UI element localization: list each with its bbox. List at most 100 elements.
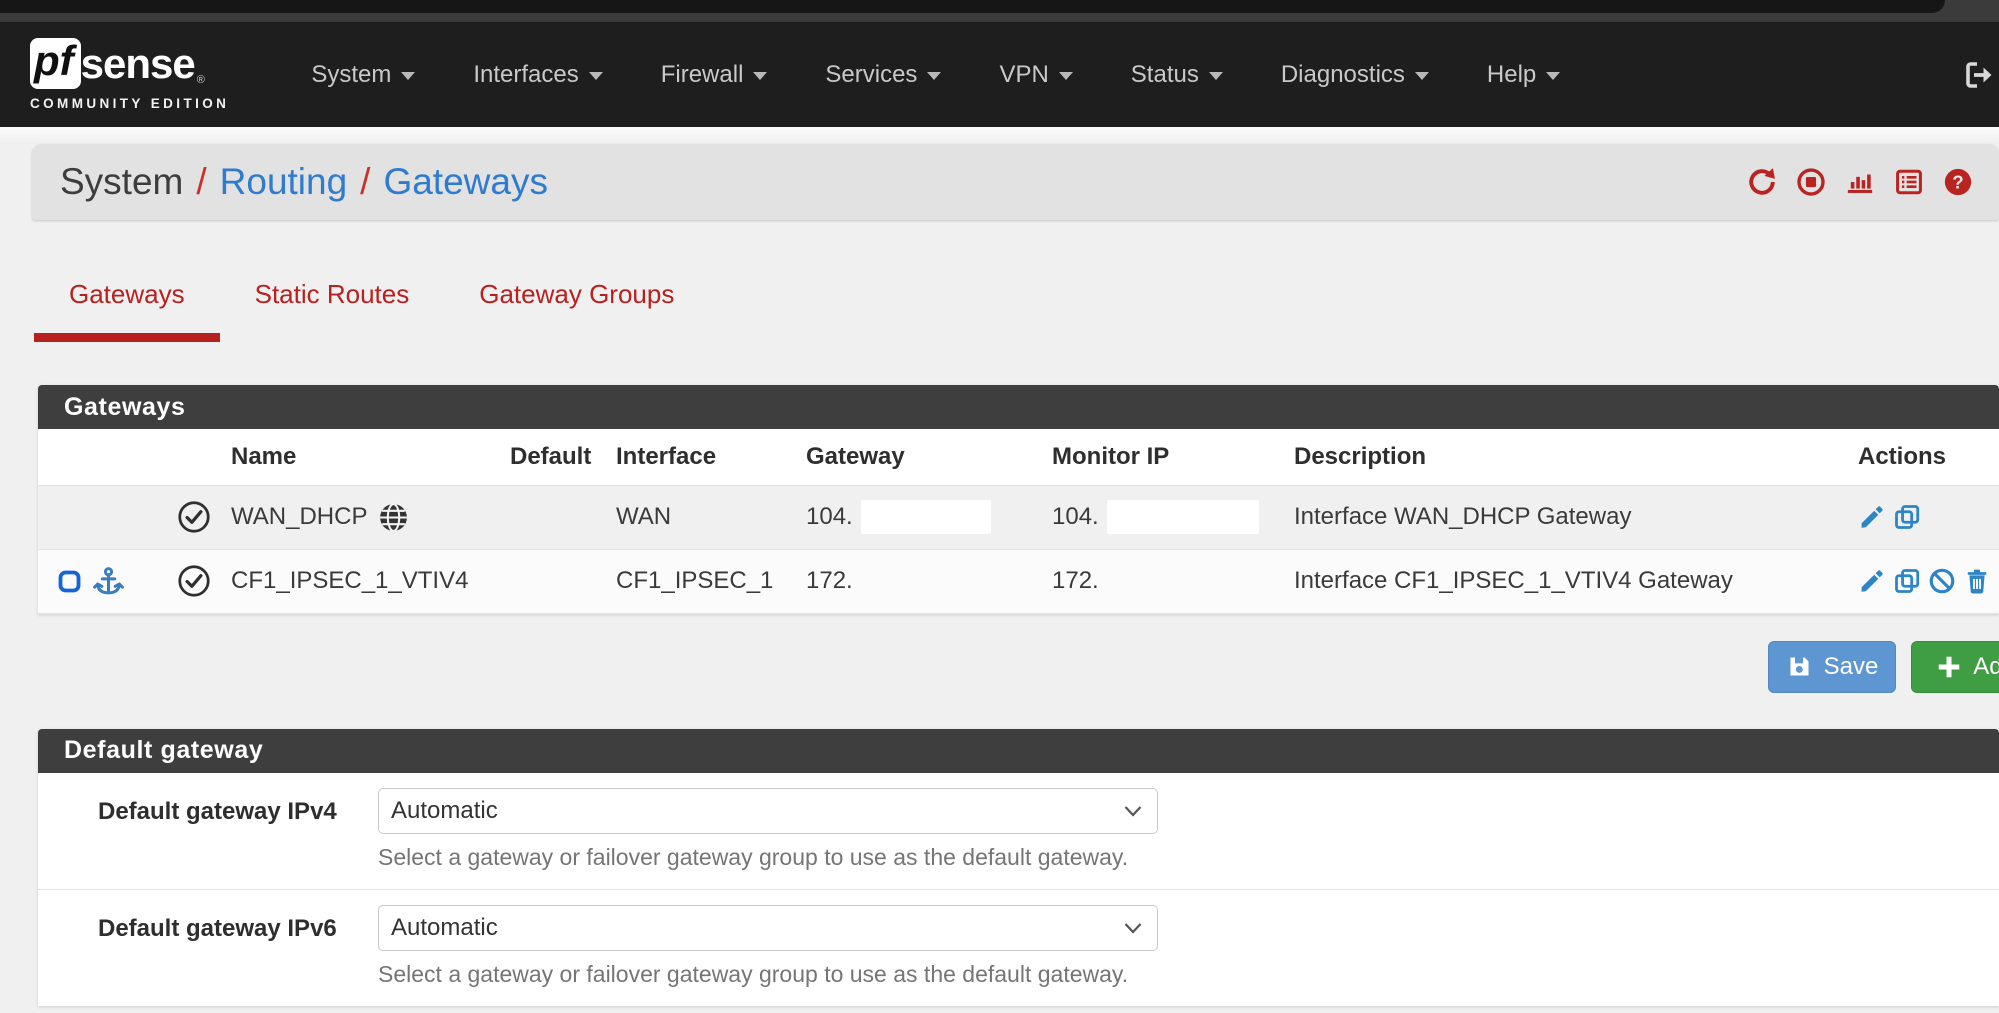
- copy-icon[interactable]: [1893, 567, 1921, 595]
- pencil-icon[interactable]: [1858, 567, 1886, 595]
- stop-circle-icon[interactable]: [1796, 167, 1826, 197]
- trash-icon[interactable]: [1963, 567, 1991, 595]
- floppy-icon: [1786, 653, 1813, 680]
- table-row: WAN_DHCP: [38, 485, 1999, 549]
- gateway-interface-cell: CF1_IPSEC_1: [604, 549, 778, 613]
- col-header-name: Name: [230, 429, 492, 485]
- gateway-address: 172.: [806, 567, 853, 595]
- default-gateway-ipv4-label: Default gateway IPv4: [98, 788, 378, 826]
- tab-gateways[interactable]: Gateways: [34, 278, 220, 342]
- pencil-icon[interactable]: [1858, 503, 1886, 531]
- form-row-ipv6: Default gateway IPv6 Automatic Select a …: [38, 889, 1999, 1006]
- tab-static-routes[interactable]: Static Routes: [220, 278, 445, 342]
- chevron-down-icon: [1546, 72, 1560, 80]
- pfsense-logo[interactable]: pf sense ® COMMUNITY EDITION: [30, 38, 229, 111]
- nav-item-label: Services: [825, 61, 917, 89]
- gateway-online-cell: [158, 485, 230, 549]
- nav-item-interfaces[interactable]: Interfaces: [473, 61, 602, 89]
- col-header-monitor-ip: Monitor IP: [1018, 429, 1274, 485]
- plus-icon: [1936, 654, 1962, 680]
- nav-item-status[interactable]: Status: [1131, 61, 1223, 89]
- description-cell: Interface WAN_DHCP Gateway: [1274, 485, 1834, 549]
- globe-icon: [377, 501, 410, 534]
- chevron-down-icon: [753, 72, 767, 80]
- page-title: System / Routing / Gateways: [60, 161, 548, 203]
- col-header-actions: Actions: [1834, 429, 1999, 485]
- navbar: pf sense ® COMMUNITY EDITION System Inte…: [0, 22, 1999, 127]
- redaction-box: [1107, 500, 1259, 534]
- nav-item-system[interactable]: System: [311, 61, 415, 89]
- nav-item-label: Firewall: [661, 61, 744, 89]
- anchor-icon[interactable]: [92, 565, 125, 598]
- square-icon[interactable]: [56, 568, 83, 595]
- gateway-name-cell: CF1_IPSEC_1_VTIV4: [230, 549, 492, 613]
- actions-cell: [1834, 485, 1999, 549]
- breadcrumb-separator: /: [196, 161, 206, 203]
- nav-item-label: Interfaces: [473, 61, 578, 89]
- redaction-box: [861, 500, 991, 534]
- chevron-down-icon: [927, 72, 941, 80]
- col-header-interface: Interface: [604, 429, 778, 485]
- nav-menu: System Interfaces Firewall Services VPN …: [311, 61, 1560, 89]
- nav-item-vpn[interactable]: VPN: [999, 61, 1072, 89]
- refresh-icon[interactable]: [1747, 167, 1777, 197]
- tab-bar: Gateways Static Routes Gateway Groups: [34, 278, 1999, 342]
- bar-chart-icon[interactable]: [1845, 167, 1875, 197]
- gateway-address-cell: 172.: [778, 549, 1018, 613]
- save-button-label: Save: [1824, 653, 1879, 681]
- nav-item-diagnostics[interactable]: Diagnostics: [1281, 61, 1429, 89]
- gateway-interface-cell: WAN: [604, 485, 778, 549]
- nav-item-services[interactable]: Services: [825, 61, 941, 89]
- actions-cell: [1834, 549, 1999, 613]
- nav-item-firewall[interactable]: Firewall: [661, 61, 768, 89]
- sign-out-icon[interactable]: [1962, 59, 1994, 91]
- question-circle-icon[interactable]: ?: [1943, 167, 1973, 197]
- gateways-table: Name Default Interface Gateway Monitor I…: [38, 429, 1999, 614]
- svg-text:?: ?: [1952, 172, 1963, 193]
- monitor-ip: 104.: [1052, 503, 1099, 531]
- check-circle-icon: [177, 564, 211, 598]
- save-button[interactable]: Save: [1768, 641, 1897, 693]
- gateway-default-cell: [492, 485, 604, 549]
- logo-registered-mark: ®: [197, 74, 205, 86]
- breadcrumb-link-gateways[interactable]: Gateways: [383, 161, 548, 203]
- copy-icon[interactable]: [1893, 503, 1921, 531]
- row-status-icons: [38, 549, 158, 613]
- browser-tab-corner: [0, 0, 1945, 13]
- breadcrumb-action-icons: ?: [1747, 167, 1973, 197]
- default-gateway-ipv6-select[interactable]: Automatic: [378, 905, 1158, 951]
- gateway-name: CF1_IPSEC_1_VTIV4: [231, 567, 468, 595]
- gateway-online-cell: [158, 549, 230, 613]
- default-gateway-ipv4-select[interactable]: Automatic: [378, 788, 1158, 834]
- breadcrumb-link-routing[interactable]: Routing: [220, 161, 348, 203]
- form-row-ipv4: Default gateway IPv4 Automatic Select a …: [38, 773, 1999, 889]
- monitor-ip-cell: 172.: [1018, 549, 1274, 613]
- default-gateway-ipv4-help: Select a gateway or failover gateway gro…: [378, 844, 1158, 871]
- col-header-description: Description: [1274, 429, 1834, 485]
- nav-item-label: Status: [1131, 61, 1199, 89]
- add-button[interactable]: Add: [1911, 641, 1999, 693]
- default-gateway-ipv6-label: Default gateway IPv6: [98, 905, 378, 943]
- gateways-panel: Gateways Name Default Interface Gateway …: [38, 385, 1999, 614]
- chevron-down-icon: [1415, 72, 1429, 80]
- default-gateway-panel: Default gateway Default gateway IPv4 Aut…: [38, 729, 1999, 1006]
- check-circle-icon: [177, 500, 211, 534]
- chevron-down-icon: [1209, 72, 1223, 80]
- col-header-spacer: [158, 429, 230, 485]
- chevron-down-icon: [589, 72, 603, 80]
- gateway-address-cell: 104.: [778, 485, 1018, 549]
- tab-gateway-groups[interactable]: Gateway Groups: [444, 278, 709, 342]
- gateway-name-cell: WAN_DHCP: [230, 485, 492, 549]
- table-row: CF1_IPSEC_1_VTIV4 CF1_IPSEC_1 172. 172. …: [38, 549, 1999, 613]
- breadcrumb-separator: /: [360, 161, 370, 203]
- logo-pf-box: pf: [30, 38, 81, 89]
- col-header-spacer: [38, 429, 158, 485]
- nav-item-help[interactable]: Help: [1487, 61, 1560, 89]
- table-list-icon[interactable]: [1894, 167, 1924, 197]
- ban-icon[interactable]: [1928, 567, 1956, 595]
- gateway-name: WAN_DHCP: [231, 503, 367, 531]
- chevron-down-icon: [1059, 72, 1073, 80]
- add-button-label: Add: [1973, 653, 1999, 681]
- breadcrumb: System / Routing / Gateways: [32, 144, 1999, 220]
- logo-edition-text: COMMUNITY EDITION: [30, 96, 229, 111]
